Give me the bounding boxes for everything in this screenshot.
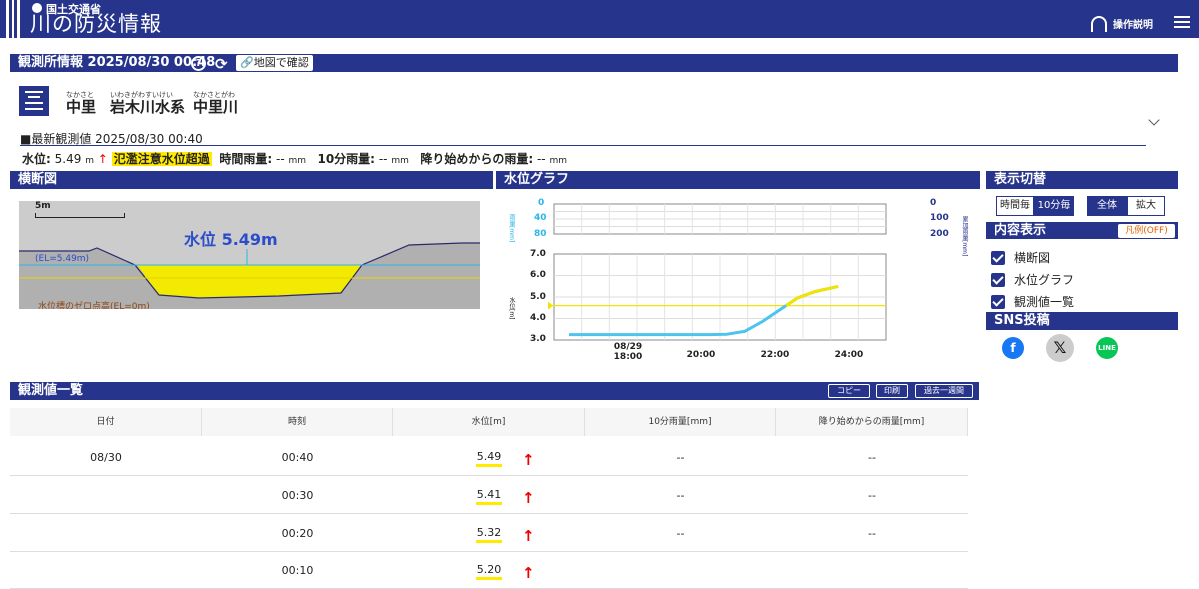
map-button[interactable]: 🔗地図で確認 <box>236 55 313 71</box>
reload-icon[interactable]: ⟳ <box>215 55 228 73</box>
level-tick: 5.0 <box>530 292 546 302</box>
x-tick-label: 22:00 <box>760 350 790 360</box>
rain-tick: 80 <box>534 229 547 239</box>
water-level-label: 水位 5.49m <box>184 230 278 249</box>
graph-header: 水位グラフ <box>496 171 980 189</box>
cell-time: 00:10 <box>281 564 314 577</box>
scale-label: 5m <box>35 201 51 211</box>
cell-rain10: -- <box>676 451 685 464</box>
warning-badge: 氾濫注意水位超過 <box>111 152 212 166</box>
hourly-button[interactable]: 時間毎 <box>996 196 1034 216</box>
x-tick-label: 24:00 <box>834 350 864 360</box>
cross-section-header: 横断図 <box>10 171 493 189</box>
cell-time: 00:40 <box>281 451 314 464</box>
level-tick: 4.0 <box>530 313 546 323</box>
level-axis-label: 水位[m] <box>508 297 515 320</box>
cell-level: 5.32 <box>476 526 502 543</box>
cum-tick: 100 <box>930 213 949 223</box>
cum-tick: 0 <box>930 198 937 208</box>
cell-level: 5.49 <box>476 450 502 467</box>
past-week-button[interactable]: 過去一週間 <box>915 384 973 398</box>
column-header-time: 時刻 <box>202 408 393 436</box>
zero-point-label: 水位標のゼロ点高(EL=0m) <box>38 302 150 309</box>
cell-cumulative: -- <box>868 527 876 540</box>
line-icon[interactable]: LINE <box>1096 337 1118 359</box>
app-title[interactable]: 川の防災情報 <box>30 12 162 36</box>
water-level-station-icon <box>19 86 49 116</box>
checkbox-label: 観測値一覧 <box>1014 295 1075 309</box>
latest-observation-row: 水位: 5.49 m ↑ 氾濫注意水位超過 時間雨量: -- mm 10分雨量:… <box>22 152 567 166</box>
level-tick: 7.0 <box>530 249 546 259</box>
rain-tick: 0 <box>538 198 545 208</box>
rain-tick: 40 <box>534 213 547 223</box>
display-toggle-header: 表示切替 <box>986 171 1178 189</box>
zoom-button[interactable]: 拡大 <box>1127 196 1165 216</box>
cell-level: 5.41 <box>476 488 502 505</box>
x-tick-label: 08/29 18:00 <box>613 342 643 362</box>
rising-arrow-icon: ↑ <box>97 152 108 166</box>
checkbox-label: 水位グラフ <box>1014 273 1075 287</box>
column-header-level: 水位[m] <box>393 408 585 436</box>
cell-cumulative: -- <box>868 451 876 464</box>
cell-cumulative: -- <box>868 489 876 502</box>
ten-minute-button[interactable]: 10分毎 <box>1034 196 1074 216</box>
table-row-divider <box>10 475 968 476</box>
cell-date: 08/30 <box>90 451 122 464</box>
app-header: 国土交通省 川の防災情報 操作説明 <box>0 0 1199 38</box>
column-header-rain10: 10分雨量[mm] <box>585 408 776 436</box>
help-icon[interactable]: ? <box>191 56 206 71</box>
cell-level: 5.20 <box>476 563 502 580</box>
level-tick: 3.0 <box>530 334 546 344</box>
cum-axis-label: 累加雨量[mm] <box>961 216 968 257</box>
scale-bar <box>35 213 125 218</box>
copy-button[interactable]: コピー <box>828 384 870 398</box>
water-level-chart <box>548 203 887 341</box>
table-row-divider <box>10 513 968 514</box>
logo-bars-icon <box>6 0 20 38</box>
rain-axis-label: 雨量[mm] <box>508 214 515 243</box>
full-view-button[interactable]: 全体 <box>1087 196 1127 216</box>
sns-header: SNS投稿 <box>986 312 1178 330</box>
rising-arrow-icon: ↑ <box>522 564 535 582</box>
rising-arrow-icon: ↑ <box>522 527 535 545</box>
hamburger-menu-icon[interactable] <box>1174 16 1190 28</box>
help-link[interactable]: 操作説明 <box>1113 16 1153 31</box>
x-tick-label: 20:00 <box>686 350 716 360</box>
facebook-icon[interactable]: f <box>1002 337 1024 359</box>
rising-arrow-icon: ↑ <box>522 451 535 469</box>
column-header-date: 日付 <box>10 408 202 436</box>
checkbox-list[interactable] <box>991 295 1005 309</box>
x-icon[interactable]: 𝕏 <box>1046 334 1074 362</box>
column-header-cumulative: 降り始めからの雨量[mm] <box>776 408 968 436</box>
cell-rain10: -- <box>676 489 685 502</box>
cell-time: 00:30 <box>281 489 314 502</box>
station-name: 中里 <box>66 98 97 116</box>
station-panel-title: 観測所情報 2025/08/30 00:48 <box>18 55 216 70</box>
divider <box>20 145 1146 146</box>
checkbox-cross-section[interactable] <box>991 251 1005 265</box>
level-tick: 6.0 <box>530 270 546 280</box>
station-panel-header: 観測所情報 2025/08/30 00:48 ? ⟳ 🔗地図で確認 <box>10 54 1178 73</box>
rising-arrow-icon: ↑ <box>522 489 535 507</box>
headphones-icon[interactable] <box>1091 16 1107 32</box>
cell-time: 00:20 <box>281 527 314 540</box>
elevation-label: (EL=5.49m) <box>35 254 90 264</box>
cum-tick: 200 <box>930 229 949 239</box>
legend-toggle-button[interactable]: 凡例(OFF) <box>1118 224 1175 238</box>
table-row-divider <box>10 551 968 552</box>
print-button[interactable]: 印刷 <box>876 384 908 398</box>
cell-rain10: -- <box>676 527 685 540</box>
checkbox-label: 横断図 <box>1014 251 1051 265</box>
river-system-name: 岩木川水系 <box>110 98 186 116</box>
river-name: 中里川 <box>193 98 239 116</box>
chevron-down-icon[interactable] <box>1148 114 1160 126</box>
warning-level-marker <box>548 301 553 310</box>
checkbox-graph[interactable] <box>991 273 1005 287</box>
